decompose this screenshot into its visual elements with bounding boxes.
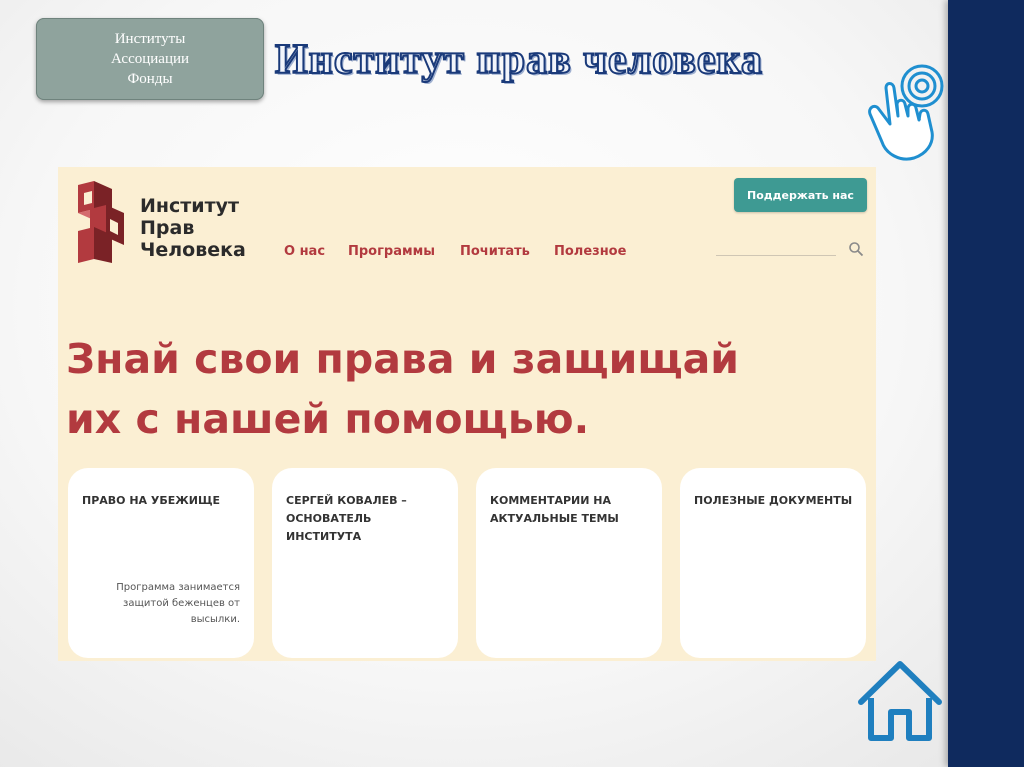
card-description: Программа занимается защитой беженцев от… bbox=[116, 582, 240, 625]
card-documents[interactable]: Полезные документы bbox=[680, 468, 866, 658]
nav-box-line-2: Ассоциации bbox=[110, 51, 190, 67]
headline-line-1: Знай свои права и защищай bbox=[66, 335, 740, 383]
institutes-nav-button[interactable]: Институты Ассоциации Фонды bbox=[36, 18, 264, 100]
card-comments[interactable]: Комментарии на актуальные темы bbox=[476, 468, 662, 658]
card-title: Право на убежище bbox=[82, 494, 221, 507]
side-decoration-band bbox=[948, 0, 1024, 767]
logo-icon bbox=[78, 181, 124, 263]
slide-title: Институт прав человека bbox=[274, 36, 764, 84]
nav-link-read[interactable]: Почитать bbox=[460, 244, 530, 259]
logo-line-1: Институт bbox=[140, 195, 240, 217]
nav-box-line-1: Институты bbox=[114, 31, 186, 47]
card-kovalev[interactable]: Сергей Ковалев – основатель института bbox=[272, 468, 458, 658]
website-screenshot: Институт Прав Человека О нас Программы П… bbox=[58, 167, 876, 661]
site-logo-text[interactable]: Институт Прав Человека bbox=[140, 195, 246, 261]
card-title: Полезные документы bbox=[694, 494, 853, 507]
card-title: Сергей Ковалев – основатель института bbox=[286, 494, 407, 543]
nav-link-about[interactable]: О нас bbox=[284, 244, 325, 259]
card-title: Комментарии на актуальные темы bbox=[490, 494, 619, 525]
search-icon[interactable] bbox=[848, 241, 864, 257]
nav-box-line-3: Фонды bbox=[127, 71, 173, 87]
card-asylum[interactable]: Право на убежище Программа занимается за… bbox=[68, 468, 254, 658]
logo-line-2: Прав bbox=[140, 217, 195, 239]
nav-link-programs[interactable]: Программы bbox=[348, 244, 435, 259]
logo-line-3: Человека bbox=[140, 239, 246, 261]
nav-link-useful[interactable]: Полезное bbox=[554, 244, 626, 259]
hand-pointer-icon[interactable] bbox=[860, 58, 950, 168]
hero-headline: Знай свои права и защищай их с нашей пом… bbox=[66, 329, 739, 449]
home-icon[interactable] bbox=[855, 658, 945, 744]
donate-button[interactable]: Поддержать нас bbox=[734, 178, 867, 212]
headline-line-2: их с нашей помощью. bbox=[66, 395, 590, 443]
search-input[interactable] bbox=[716, 255, 836, 256]
